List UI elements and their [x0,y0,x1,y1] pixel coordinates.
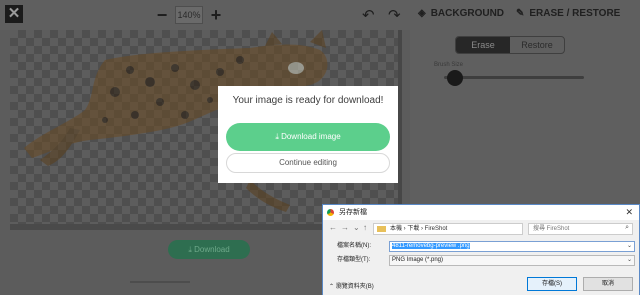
filename-input[interactable]: 4811-removebg-preview .png ⌄ [389,241,635,252]
filename-value: 4811-removebg-preview .png [392,243,470,249]
download-image-button[interactable]: ⤓ Download image [226,123,390,151]
restore-mode-button[interactable]: Restore [510,37,564,53]
filetype-value: PNG Image (*.png) [392,257,444,263]
browse-folders-label: 瀏覽資料夾(B) [335,284,374,290]
dialog-title: 另存新檔 [339,209,367,216]
filetype-select[interactable]: PNG Image (*.png) ⌄ [389,255,635,266]
close-icon[interactable]: ✕ [5,5,23,23]
tab-erase-restore-label: ERASE / RESTORE [529,8,621,19]
chevron-down-icon[interactable]: ⌄ [627,242,632,251]
layers-icon: ◈ [418,8,426,19]
dialog-footer: ⌃ 瀏覽資料夾(B) 存檔(S) 取消 [323,275,639,295]
bottom-divider [130,281,190,283]
save-as-dialog: 另存新檔 ✕ ← → ⌄ ↑ 本機 › 下載 › FireShot 搜尋 Fir… [322,204,640,295]
download-button[interactable]: ⤓ Download [168,240,250,259]
pencil-icon: ✎ [516,8,525,19]
dialog-close-icon[interactable]: ✕ [625,205,633,220]
filetype-row: 存檔類型(T): PNG Image (*.png) ⌄ [323,255,639,266]
download-image-label: Download image [281,132,341,141]
forward-arrow-icon[interactable]: → [341,223,349,232]
filename-label: 檔案名稱(N): [337,243,371,249]
cancel-button[interactable]: 取消 [583,277,633,291]
save-button[interactable]: 存檔(S) [527,277,577,291]
chevron-down-icon: ⌄ [626,257,632,263]
filetype-label: 存檔類型(T): [337,257,371,263]
vertical-scrollbar[interactable] [398,30,402,224]
zoom-level: 140% [175,6,203,24]
erase-mode-button[interactable]: Erase [456,37,510,53]
undo-icon[interactable]: ↶ [362,6,375,24]
back-arrow-icon[interactable]: ← [329,223,337,232]
folder-icon [377,226,386,232]
chrome-icon [327,209,334,216]
erase-restore-toggle: Erase Restore [455,36,565,54]
tab-background[interactable]: ◈ BACKGROUND [418,8,504,19]
brush-size-slider[interactable] [444,76,584,79]
dialog-titlebar: 另存新檔 ✕ [323,205,639,220]
download-button-label: Download [194,245,230,254]
zoom-controls: − 140% + [153,5,225,25]
tab-erase-restore[interactable]: ✎ ERASE / RESTORE [516,8,620,19]
search-icon: ⌕ [625,224,629,231]
search-placeholder: 搜尋 FireShot [533,226,570,232]
filename-row: 檔案名稱(N): 4811-removebg-preview .png ⌄ [323,241,639,252]
dialog-nav-row: ← → ⌄ ↑ 本機 › 下載 › FireShot 搜尋 FireShot ⌕ [323,222,639,236]
address-bar[interactable]: 本機 › 下載 › FireShot [373,223,523,235]
editor-toolbar: ✕ − 140% + ↶ ↷ ◈ BACKGROUND ✎ ERASE / RE… [0,0,640,30]
redo-icon[interactable]: ↷ [388,6,401,24]
up-arrow-icon[interactable]: ↑ [363,223,367,232]
continue-editing-button[interactable]: Continue editing [226,153,390,173]
browse-folders-toggle[interactable]: ⌃ 瀏覽資料夾(B) [329,281,374,290]
download-ready-popup: Your image is ready for download! ⤓ Down… [218,86,398,183]
zoom-out-button[interactable]: − [153,6,171,24]
tab-background-label: BACKGROUND [430,8,505,19]
folder-search-input[interactable]: 搜尋 FireShot ⌕ [528,223,633,235]
brush-size-label: Brush Size [434,62,464,68]
popup-title: Your image is ready for download! [232,95,384,106]
address-path: 本機 › 下載 › FireShot [390,226,448,232]
recent-dropdown-icon[interactable]: ⌄ [353,223,360,232]
zoom-in-button[interactable]: + [207,6,225,24]
